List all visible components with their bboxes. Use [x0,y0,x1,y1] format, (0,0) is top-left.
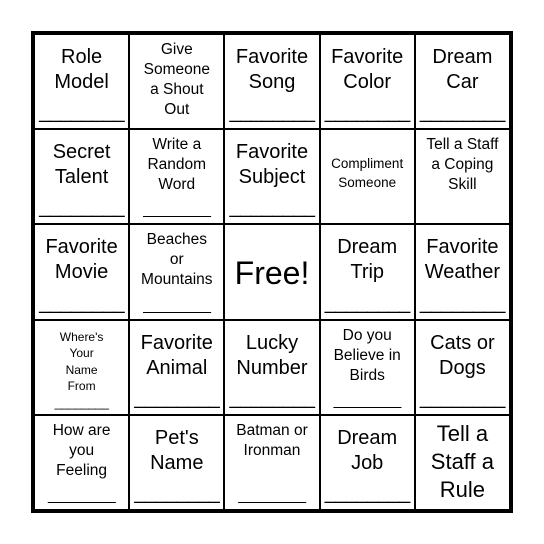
cell-label: Favorite Animal [140,331,213,379]
bingo-cell[interactable]: Dream Car ________ [414,34,510,130]
answer-blank: ________ [39,196,125,219]
cell-label: Cats or Dogs [430,331,495,379]
bingo-cell[interactable]: Do you Believe in Birds ________ [319,319,415,415]
answer-blank: ________ [333,391,402,409]
cell-label: Tell a Staff a Coping Skill [426,136,499,194]
answer-blank: ________ [39,101,125,124]
cell-label: Tell a Staff a Rule [430,420,494,502]
cell-label: Give Someone a Shout Out [143,41,210,118]
cell-label: Favorite Movie [45,236,118,284]
bingo-cell[interactable]: Favorite Weather ________ [414,224,510,320]
cell-label: Role Model [54,46,109,93]
answer-blank: ________ [229,101,315,124]
bingo-cell[interactable]: How are you Feeling ________ [34,414,130,510]
cell-label: Pet's Name [150,426,204,474]
cell-label: Batman or Ironman [236,421,308,459]
bingo-cell[interactable]: Dream Job ________ [319,414,415,510]
answer-blank: ________ [143,296,211,314]
cell-label: Write a Random Word [147,136,207,194]
bingo-cell[interactable]: Beaches or Mountains ________ [129,224,225,320]
answer-blank: ________ [143,201,211,219]
answer-blank: ________ [48,486,116,504]
answer-blank: ________ [324,481,410,504]
answer-blank: ________ [134,481,220,504]
answer-blank: ________ [324,291,410,314]
bingo-cell[interactable]: Favorite Color ________ [319,34,415,130]
bingo-cell[interactable]: Tell a Staff a Rule [414,414,510,510]
answer-blank: ________ [324,101,410,124]
bingo-cell[interactable]: Secret Talent ________ [34,129,130,225]
cell-label: Favorite Weather [424,236,500,284]
answer-blank: ________ [39,291,125,314]
answer-blank: ________ [419,101,505,124]
answer-blank: ________ [419,291,505,314]
bingo-cell[interactable]: Dream Trip ________ [319,224,415,320]
cell-label: Secret Talent [52,141,111,189]
cell-label: Where's Your Name From [59,329,104,394]
answer-blank: ________ [229,386,315,409]
bingo-card: Role Model ________ Give Someone a Shout O… [31,31,513,513]
cell-label: Dream Job [337,426,398,474]
answer-blank: ________ [238,486,306,504]
bingo-cell[interactable]: Give Someone a Shout Out [129,34,225,130]
cell-label: Do you Believe in Birds [333,326,401,384]
bingo-cell[interactable]: Compliment Someone [319,129,415,225]
answer-blank: ________ [419,386,505,409]
cell-label: Favorite Subject [235,141,309,189]
cell-label: Beaches or Mountains [141,231,213,289]
cell-label: Lucky Number [236,331,308,379]
cell-label: Free! [234,255,310,292]
answer-blank: ________ [134,386,220,409]
bingo-cell[interactable]: Favorite Movie ________ [34,224,130,320]
bingo-cell[interactable]: Favorite Animal ________ [129,319,225,415]
bingo-cell[interactable]: Free! [224,224,320,320]
bingo-cell[interactable]: Write a Random Word ________ [129,129,225,225]
bingo-cell[interactable]: Pet's Name ________ [129,414,225,510]
cell-label: Favorite Color [331,46,404,93]
cell-label: Favorite Song [235,46,309,93]
answer-blank: ________ [229,196,315,219]
bingo-cell[interactable]: Cats or Dogs ________ [414,319,510,415]
bingo-cell[interactable]: Where's Your Name From ________ [34,319,130,415]
cell-label: How are you Feeling [52,421,111,479]
bingo-cell[interactable]: Batman or Ironman ________ [224,414,320,510]
cell-label: Dream Car [432,46,493,93]
bingo-cell[interactable]: Favorite Subject ________ [224,129,320,225]
bingo-cell[interactable]: Favorite Song ________ [224,34,320,130]
bingo-cell[interactable]: Role Model ________ [34,34,130,130]
bingo-cell[interactable]: Tell a Staff a Coping Skill [414,129,510,225]
cell-label: Compliment Someone [331,156,404,191]
cell-label: Dream Trip [337,236,398,284]
answer-blank: ________ [54,394,109,410]
bingo-cell[interactable]: Lucky Number ________ [224,319,320,415]
